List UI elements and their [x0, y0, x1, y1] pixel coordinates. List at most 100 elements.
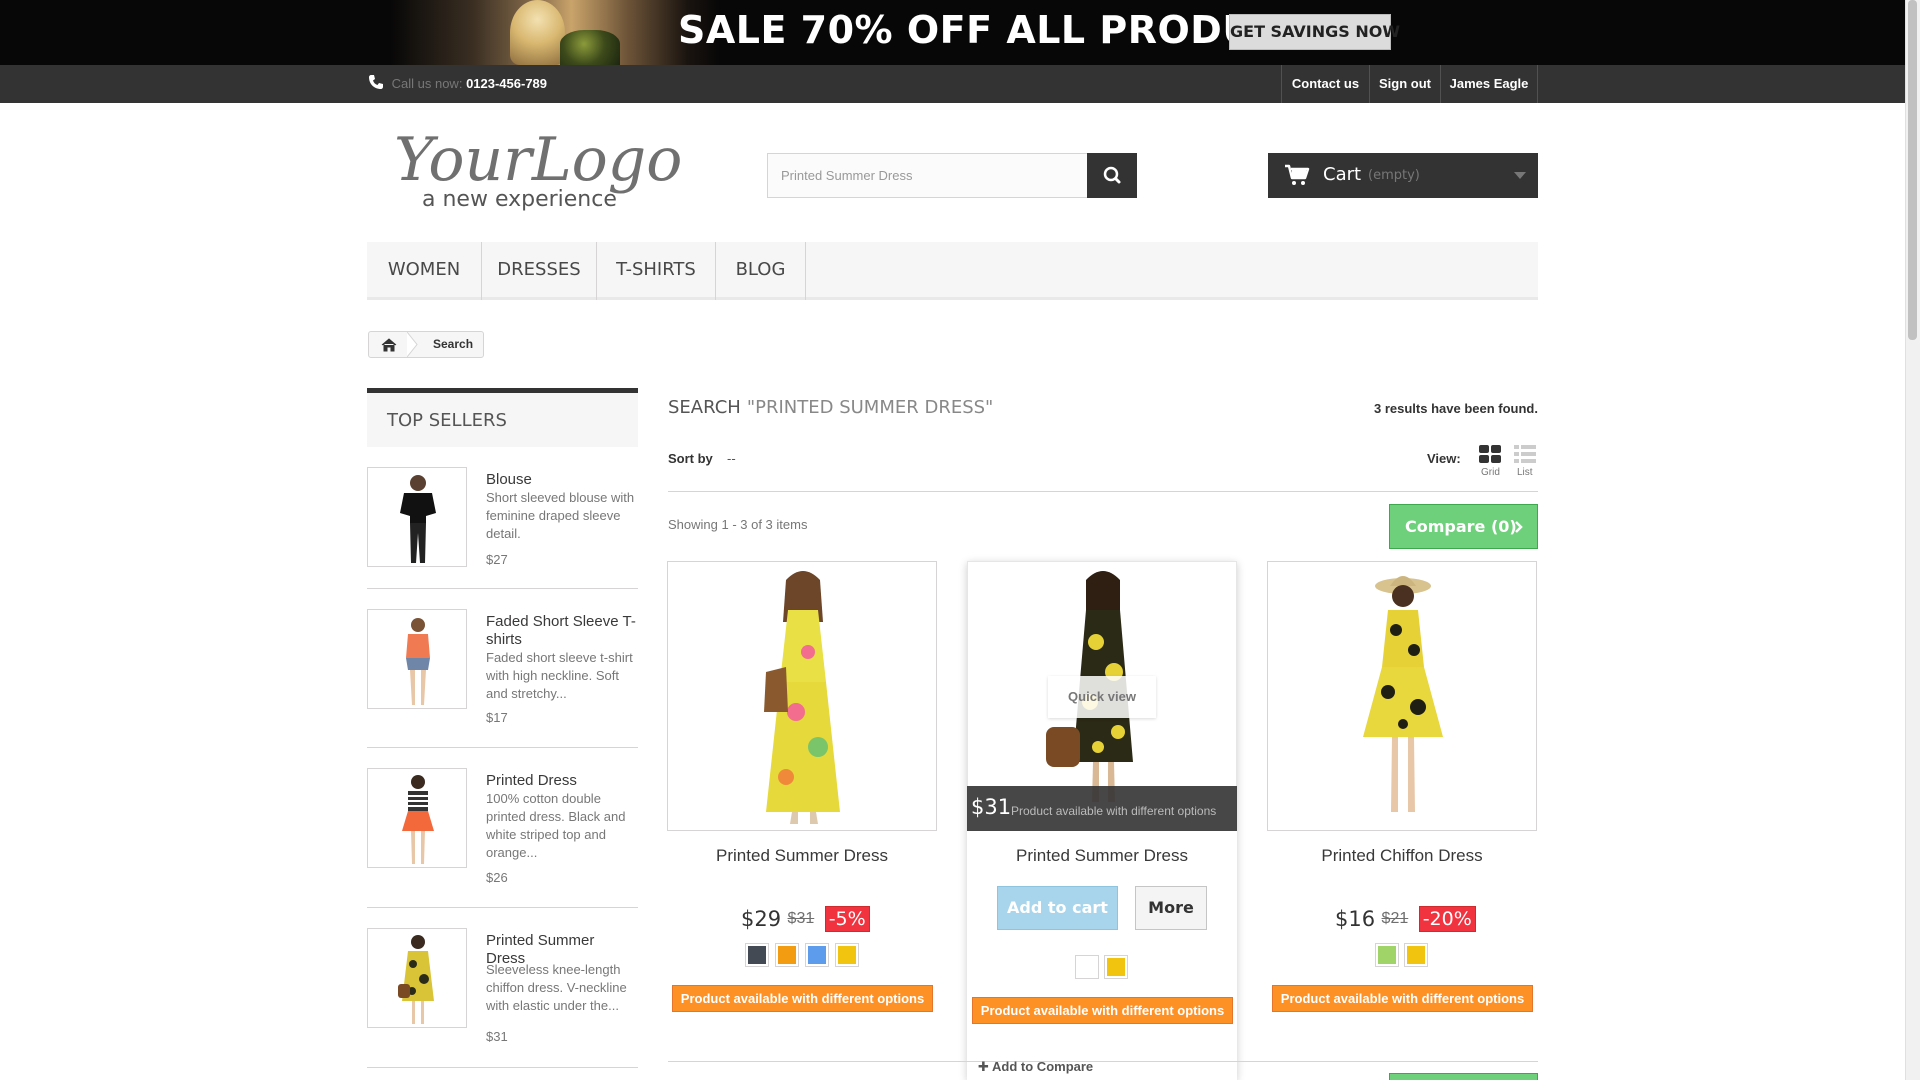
add-to-compare-link[interactable]: ✚ Add to Compare	[978, 1059, 1093, 1075]
availability-badge: Product available with different options	[1272, 985, 1533, 1012]
call-label: Call us now:	[391, 76, 463, 91]
get-savings-button[interactable]: GET SAVINGS NOW	[1229, 14, 1400, 50]
promo-model-image	[390, 0, 720, 65]
top-seller-thumbnail[interactable]	[367, 768, 467, 868]
search-button[interactable]	[1087, 153, 1137, 198]
overlay-note: Product available with different options	[1011, 804, 1217, 818]
discount-badge: -5%	[824, 906, 870, 932]
menu-item-tshirts[interactable]: T-SHIRTS	[597, 242, 716, 300]
chevron-down-icon	[1514, 172, 1526, 179]
showing-count: Showing 1 - 3 of 3 items	[668, 517, 808, 532]
product-name[interactable]: Printed Chiffon Dress	[1267, 846, 1537, 866]
discount-badge: -20%	[1418, 906, 1476, 932]
add-to-cart-button[interactable]: Add to cart	[997, 886, 1118, 930]
top-seller-price: $27	[486, 552, 508, 567]
price-old: $21	[1381, 910, 1409, 927]
search-term: "PRINTED SUMMER DRESS"	[746, 397, 994, 418]
top-seller-item: Faded Short Sleeve T-shirts Faded short …	[367, 609, 638, 748]
phone-icon	[369, 75, 383, 89]
sort-select[interactable]: --	[727, 451, 736, 466]
top-seller-desc: 100% cotton double printed dress. Black …	[486, 791, 626, 860]
divider	[668, 491, 1538, 492]
product-name[interactable]: Printed Summer Dress	[667, 846, 937, 866]
list-icon	[1514, 445, 1536, 463]
sign-out-link[interactable]: Sign out	[1369, 65, 1440, 103]
breadcrumb: Search	[368, 331, 484, 358]
price-current: $16	[1335, 907, 1376, 931]
grid-label: Grid	[1481, 467, 1500, 478]
svg-text:a new experience: a new experience	[422, 187, 617, 212]
product-price: $16 $21 -20%	[1335, 906, 1476, 932]
top-seller-item: Printed Dress 100% cotton double printed…	[367, 768, 638, 908]
price-current: $29	[741, 907, 782, 931]
phone-number: 0123-456-789	[466, 76, 548, 91]
chevron-right-icon	[1515, 521, 1523, 533]
cart-label: Cart	[1323, 164, 1362, 185]
top-seller-price: $31	[486, 1029, 508, 1044]
top-seller-desc: Sleeveless knee-length chiffon dress. V-…	[486, 962, 627, 1013]
menu-item-blog[interactable]: BLOG	[716, 242, 806, 300]
color-swatch[interactable]	[745, 943, 769, 967]
product-price: $29 $31 -5%	[741, 906, 870, 932]
compare-button-bottom[interactable]	[1389, 1073, 1538, 1080]
view-label: View:	[1427, 451, 1461, 466]
search-input[interactable]: Printed Summer Dress	[767, 153, 1088, 198]
menu-item-women[interactable]: WOMEN	[367, 242, 482, 300]
color-swatch[interactable]	[1104, 955, 1128, 979]
availability-badge: Product available with different options	[972, 997, 1233, 1024]
scrollbar-thumb[interactable]	[1908, 0, 1917, 340]
top-seller-name[interactable]: Faded Short Sleeve T-shirts	[486, 613, 636, 649]
top-seller-price: $26	[486, 870, 508, 885]
top-sellers-title: TOP SELLERS	[367, 388, 638, 447]
compare-button[interactable]: Compare (0)	[1389, 504, 1538, 549]
cart-status: (empty)	[1368, 168, 1420, 183]
top-seller-item: Printed Summer Dress Sleeveless knee-len…	[367, 928, 638, 1068]
promo-banner[interactable]: SALE 70% OFF ALL PRODUCTS GET SAVINGS NO…	[0, 0, 1905, 65]
product-name[interactable]: Printed Summer Dress	[967, 846, 1237, 866]
product-image[interactable]	[667, 561, 937, 831]
more-button[interactable]: More	[1135, 886, 1207, 930]
price-current: $31	[971, 795, 1012, 819]
color-swatch[interactable]	[775, 943, 799, 967]
results-title: SEARCH "PRINTED SUMMER DRESS"	[668, 397, 993, 418]
plus-icon: ✚	[978, 1059, 989, 1074]
home-icon	[381, 338, 397, 352]
top-seller-name[interactable]: Printed Dress	[486, 772, 636, 790]
color-swatch[interactable]	[835, 943, 859, 967]
breadcrumb-home[interactable]	[369, 332, 409, 357]
top-seller-desc: Faded short sleeve t-shirt with high nec…	[486, 650, 633, 701]
top-seller-thumbnail[interactable]	[367, 609, 467, 709]
breadcrumb-current: Search	[433, 337, 474, 351]
site-logo[interactable]: YourLogo a new experience	[392, 122, 682, 212]
search-icon	[1103, 166, 1121, 184]
color-swatch[interactable]	[1375, 943, 1399, 967]
cart-button[interactable]: Cart (empty)	[1268, 153, 1538, 198]
results-count: 3 results have been found.	[1374, 401, 1538, 416]
top-seller-item: Blouse Short sleeved blouse with feminin…	[367, 467, 638, 589]
add-to-compare-label: Add to Compare	[992, 1059, 1094, 1074]
phone-info: Call us now: 0123-456-789	[368, 74, 547, 91]
breadcrumb-separator-icon	[407, 332, 418, 357]
color-swatch[interactable]	[1404, 943, 1428, 967]
list-label: List	[1517, 467, 1533, 478]
color-swatch[interactable]	[805, 943, 829, 967]
cart-icon	[1285, 164, 1310, 185]
sort-label: Sort by	[668, 451, 713, 466]
grid-icon	[1479, 445, 1501, 463]
svg-text:YourLogo: YourLogo	[394, 125, 682, 195]
product-image[interactable]	[1267, 561, 1537, 831]
top-nav-bar	[0, 65, 1905, 103]
account-link[interactable]: James Eagle	[1440, 65, 1538, 103]
results-heading: SEARCH	[668, 397, 741, 418]
divider	[668, 1061, 1538, 1062]
top-seller-desc: Short sleeved blouse with feminine drape…	[486, 490, 635, 541]
top-seller-thumbnail[interactable]	[367, 467, 467, 567]
contact-us-link[interactable]: Contact us	[1281, 65, 1369, 103]
color-swatch[interactable]	[1075, 955, 1099, 979]
top-seller-price: $17	[486, 710, 508, 725]
top-seller-thumbnail[interactable]	[367, 928, 467, 1028]
top-seller-name[interactable]: Blouse	[486, 471, 636, 489]
quick-view-button[interactable]: Quick view	[1048, 676, 1156, 718]
menu-item-dresses[interactable]: DRESSES	[482, 242, 597, 300]
availability-badge: Product available with different options	[672, 985, 933, 1012]
